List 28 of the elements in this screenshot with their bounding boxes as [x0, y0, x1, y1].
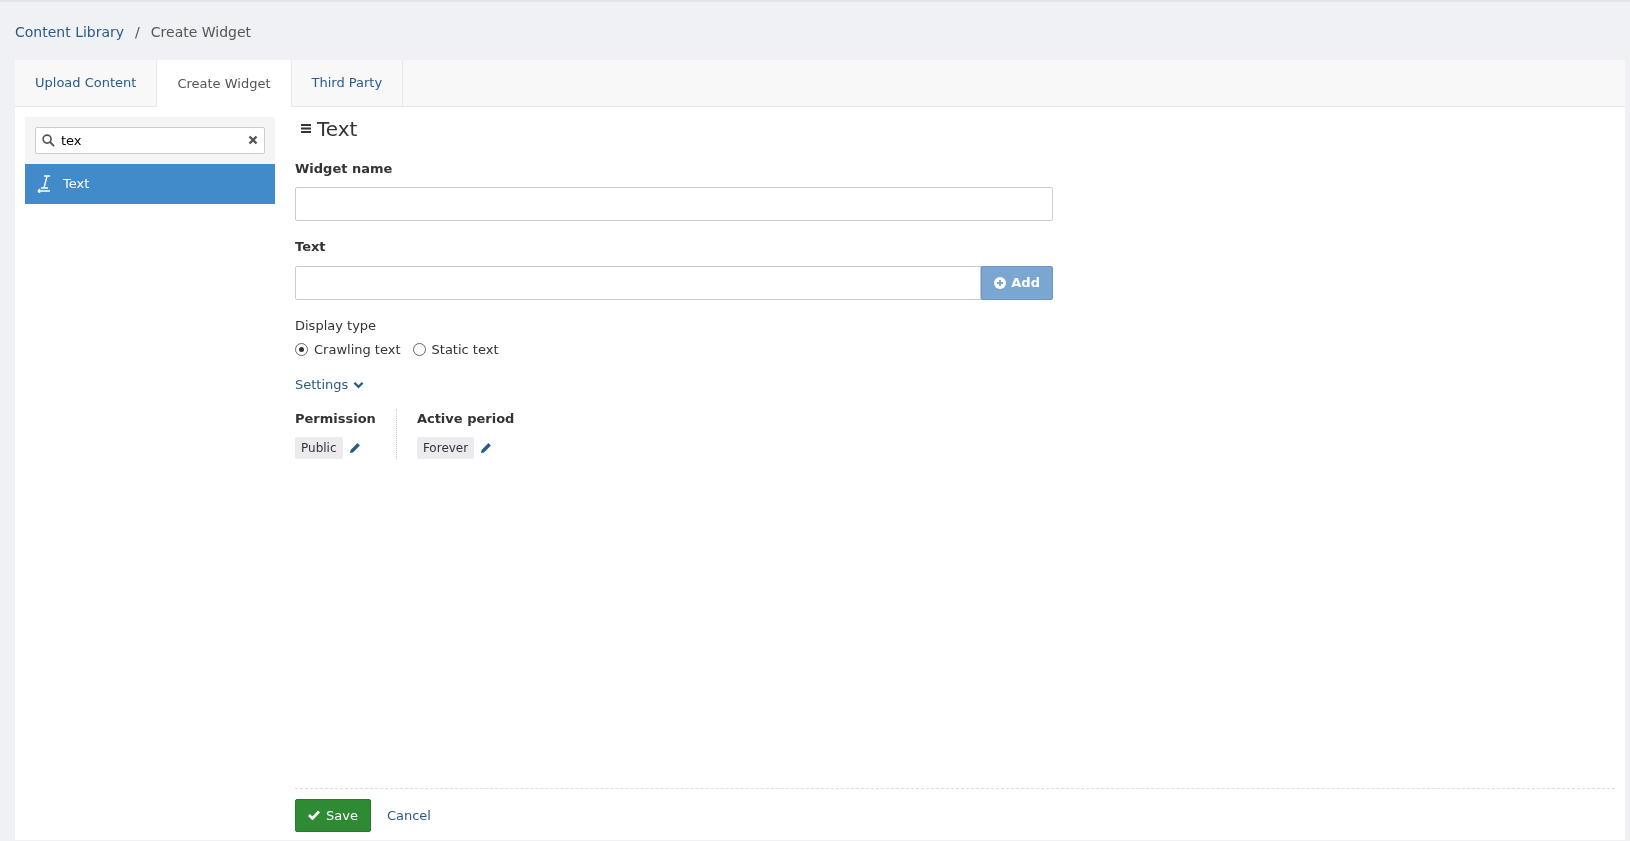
clear-button[interactable] — [248, 135, 258, 146]
widget-name-input[interactable] — [295, 187, 1053, 221]
field-label: Text — [295, 238, 327, 256]
field-label: Display type — [295, 316, 378, 335]
check-icon — [308, 810, 320, 821]
property-label: Permission — [295, 409, 376, 428]
property-value: Public — [295, 437, 343, 460]
save-button[interactable]: Save — [295, 798, 371, 832]
search-icon — [42, 133, 55, 147]
field-label: Widget name — [295, 159, 394, 178]
breadcrumb-separator: / — [135, 24, 140, 40]
sidebar-item[interactable]: Text — [25, 164, 275, 204]
search-field[interactable]: tex — [35, 126, 265, 154]
text-input[interactable] — [295, 265, 982, 300]
breadcrumb-link[interactable]: Content Library — [15, 24, 125, 40]
widget-title: Text — [301, 116, 1053, 141]
menu-icon — [301, 124, 311, 133]
settings-toggle[interactable]: Settings — [295, 375, 365, 395]
plus-circle-icon — [994, 276, 1007, 289]
tab[interactable]: Create Widget — [157, 60, 292, 107]
radio-option[interactable]: Crawling text — [295, 339, 401, 360]
property-label: Active period — [416, 409, 515, 428]
breadcrumb-current: Create Widget — [150, 24, 252, 40]
tab[interactable]: Third Party — [291, 60, 404, 106]
text-cursor-icon — [37, 174, 53, 193]
radio-option[interactable]: Static text — [412, 339, 499, 360]
property-value: Forever — [416, 437, 475, 460]
cancel-link[interactable]: Cancel — [386, 805, 431, 825]
